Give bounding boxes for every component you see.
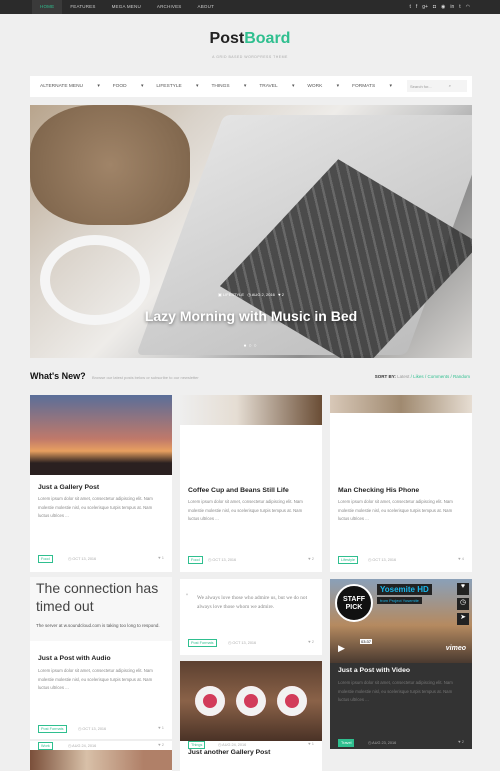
- share-icon[interactable]: ➤: [457, 613, 469, 625]
- quote-icon: “: [186, 594, 188, 600]
- facebook-icon[interactable]: f: [416, 0, 417, 14]
- category-tag[interactable]: Work: [38, 742, 53, 750]
- clock-icon[interactable]: ◷: [457, 598, 469, 610]
- nav-things[interactable]: THINGS ▾: [211, 84, 246, 89]
- quote-card[interactable]: “ We always love those who admire us, bu…: [180, 579, 322, 655]
- pinterest-icon[interactable]: ◉: [441, 0, 445, 14]
- post-card[interactable]: STAFF PICK Yosemite HD from Project Yose…: [330, 579, 472, 749]
- hero-title[interactable]: Lazy Morning with Music in Bed: [30, 308, 472, 324]
- quote-text: We always love those who admire us, but …: [197, 595, 308, 610]
- site-logo[interactable]: PostBoard: [0, 30, 500, 48]
- nav-formats[interactable]: FORMATS ▾: [352, 84, 392, 89]
- category-tag[interactable]: Post Formats: [188, 639, 217, 647]
- coffee-image: [180, 395, 322, 425]
- top-nav: HOME FEATURES MEGA MENU ARCHIVES ABOUT: [32, 0, 222, 14]
- category-tag[interactable]: Food: [38, 555, 53, 563]
- donuts-image: [180, 661, 322, 741]
- nav-work[interactable]: WORK ▾: [307, 84, 339, 89]
- post-excerpt: Lorem ipsum dolor sit amet, consectetur …: [188, 499, 303, 521]
- post-excerpt: Lorem ipsum dolor sit amet, consectetur …: [38, 496, 153, 518]
- post-title[interactable]: Just a Post with Video: [338, 667, 410, 674]
- post-card[interactable]: Work ◷ AUG 24, 2016 ♥ 2: [30, 741, 172, 771]
- category-tag[interactable]: Things: [188, 741, 206, 749]
- sunset-image: [30, 395, 172, 475]
- category-tag[interactable]: Travel: [338, 739, 355, 747]
- post-card[interactable]: Coffee Cup and Beans Still Life Lorem ip…: [180, 395, 322, 572]
- top-nav-about[interactable]: ABOUT: [190, 0, 223, 14]
- rss-icon[interactable]: ◠: [466, 0, 470, 14]
- sort-likes[interactable]: Likes: [413, 374, 424, 379]
- post-excerpt: Lorem ipsum dolor sit amet, consectetur …: [38, 668, 153, 690]
- post-title[interactable]: Man Checking His Phone: [338, 487, 419, 494]
- nav-alternate-menu[interactable]: ALTERNATE MENU ▾: [40, 84, 100, 89]
- tumblr-icon[interactable]: t: [459, 0, 460, 14]
- top-nav-archives[interactable]: ARCHIVES: [149, 0, 190, 14]
- nav-lifestyle[interactable]: LIFESTYLE ▾: [156, 84, 198, 89]
- post-card[interactable]: Man Checking His Phone Lorem ipsum dolor…: [330, 395, 472, 572]
- main-nav: ALTERNATE MENU ▾ FOOD ▾ LIFESTYLE ▾ THIN…: [30, 76, 472, 97]
- sort-options: SORT BY: Latest / Likes / Comments / Ran…: [374, 374, 470, 379]
- post-excerpt: Lorem ipsum dolor sit amet, consectetur …: [338, 499, 453, 521]
- search-input[interactable]: Search for... ⌕: [407, 80, 467, 92]
- tagline: A GRID BASED WORDPRESS THEME: [212, 55, 288, 59]
- sort-random[interactable]: Random: [453, 374, 470, 379]
- category-tag[interactable]: Food: [188, 556, 203, 564]
- linkedin-icon[interactable]: in: [450, 0, 454, 14]
- twitter-icon[interactable]: t: [409, 0, 410, 14]
- plush-toy-image: [30, 105, 190, 225]
- search-icon[interactable]: ⌕: [449, 83, 451, 88]
- category-tag[interactable]: Post Formats: [38, 725, 67, 733]
- phone-image: [330, 395, 472, 413]
- post-card[interactable]: Things ◷ AUG 24, 2016 ♥ 1 Just another G…: [180, 661, 322, 771]
- video-time: 03:37: [360, 639, 373, 644]
- likes-count[interactable]: ♥ 4: [458, 556, 464, 561]
- post-title[interactable]: Just a Post with Audio: [38, 655, 111, 662]
- video-title[interactable]: Yosemite HD: [377, 584, 432, 595]
- post-excerpt: Lorem ipsum dolor sit amet, consectetur …: [338, 680, 453, 702]
- slider-dots[interactable]: ●○○: [30, 343, 472, 349]
- top-nav-features[interactable]: FEATURES: [62, 0, 103, 14]
- post-title[interactable]: Just a Gallery Post: [38, 484, 99, 491]
- embed-error: The connection has timed out The server …: [30, 577, 172, 641]
- video-byline[interactable]: from Project Yosemite: [377, 597, 422, 604]
- post-image: [30, 750, 172, 770]
- hero-slider[interactable]: ▣ LIFESTYLE ◷ AUG 2, 2016 ♥ 2 Lazy Morni…: [30, 105, 472, 358]
- staff-pick-badge: STAFF PICK: [335, 584, 373, 622]
- like-icon[interactable]: ♥: [457, 583, 469, 595]
- sort-comments[interactable]: Comments: [427, 374, 449, 379]
- video-player[interactable]: STAFF PICK Yosemite HD from Project Yose…: [330, 579, 472, 663]
- post-card[interactable]: Just a Gallery Post Lorem ipsum dolor si…: [30, 395, 172, 572]
- instagram-icon[interactable]: ◘: [433, 0, 436, 14]
- logo-accent: Board: [244, 30, 291, 47]
- logo-text: Post: [209, 30, 245, 47]
- section-subtitle: Browse our latest posts below or subscri…: [92, 375, 199, 380]
- google-plus-icon[interactable]: g+: [422, 0, 428, 14]
- post-card[interactable]: The connection has timed out The server …: [30, 577, 172, 739]
- sort-latest[interactable]: Latest: [397, 374, 409, 379]
- post-title[interactable]: Coffee Cup and Beans Still Life: [188, 487, 289, 494]
- play-icon[interactable]: ▶: [338, 643, 345, 654]
- section-title: What's New?: [30, 371, 86, 381]
- category-tag[interactable]: Lifestyle: [338, 556, 358, 564]
- post-title[interactable]: Just another Gallery Post: [188, 749, 270, 756]
- likes-count[interactable]: ♥ 1: [158, 555, 164, 560]
- top-nav-home[interactable]: HOME: [32, 0, 63, 14]
- hero-meta: ▣ LIFESTYLE ◷ AUG 2, 2016 ♥ 2: [218, 292, 284, 297]
- nav-travel[interactable]: TRAVEL ▾: [259, 84, 294, 89]
- likes-count[interactable]: ♥ 2: [308, 556, 314, 561]
- nav-food[interactable]: FOOD ▾: [113, 84, 144, 89]
- social-links: t f g+ ◘ ◉ in t ◠: [409, 0, 470, 14]
- top-nav-mega-menu[interactable]: MEGA MENU: [104, 0, 149, 14]
- vimeo-logo[interactable]: vimeo: [446, 645, 466, 652]
- likes-count[interactable]: ♥ 1: [158, 725, 164, 730]
